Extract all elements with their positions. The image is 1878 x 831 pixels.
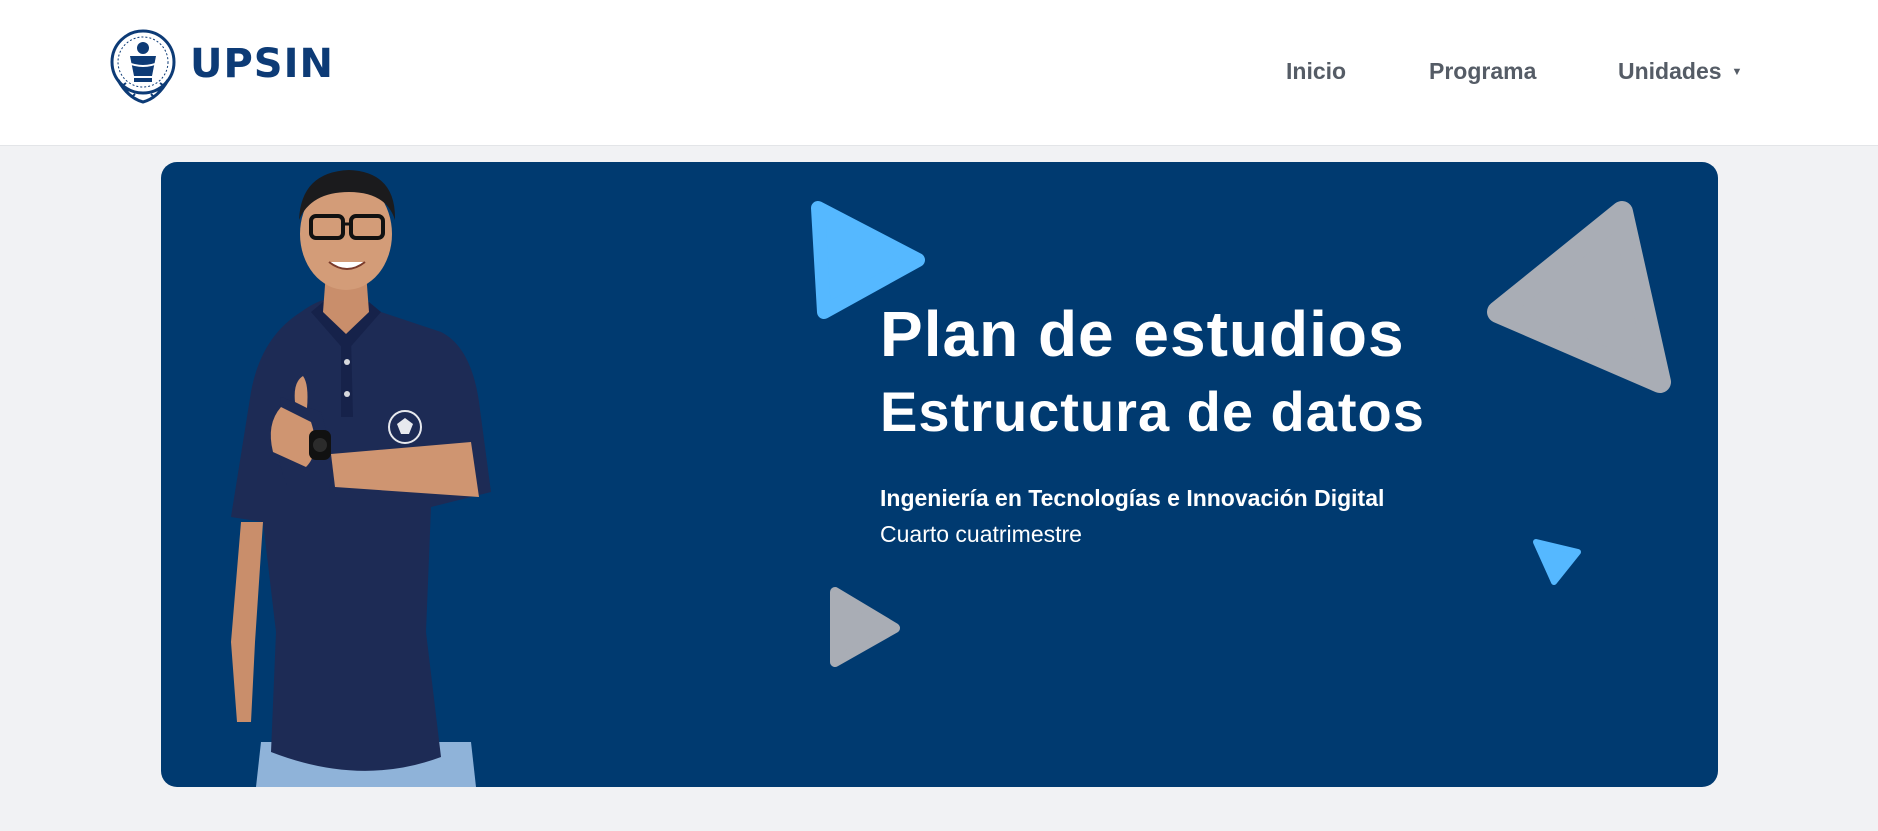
instructor-photo bbox=[231, 170, 491, 787]
hero-text-block: Plan de estudios Estructura de datos Ing… bbox=[880, 302, 1520, 548]
brand-name: UPSIN bbox=[190, 41, 334, 87]
triangle-decoration-gray-small bbox=[830, 587, 900, 667]
hero-subtitle: Estructura de datos bbox=[880, 380, 1425, 443]
nav-dropdown-unidades-label: Unidades bbox=[1618, 58, 1722, 84]
hero-title: Plan de estudios bbox=[880, 298, 1405, 370]
triangle-decoration-light-blue-small bbox=[1533, 539, 1581, 585]
hero-program-name: Ingeniería en Tecnologías e Innovación D… bbox=[880, 485, 1385, 511]
caret-down-icon: ▼ bbox=[1731, 66, 1743, 78]
university-seal-icon bbox=[110, 29, 176, 104]
nav-link-programa[interactable]: Programa bbox=[1429, 56, 1536, 86]
top-navbar: UPSIN Inicio Programa Unidades ▼ bbox=[0, 0, 1878, 146]
nav-link-inicio[interactable]: Inicio bbox=[1286, 56, 1346, 86]
hero-banner: Plan de estudios Estructura de datos Ing… bbox=[161, 162, 1718, 787]
nav-dropdown-unidades[interactable]: Unidades ▼ bbox=[1618, 56, 1742, 87]
hero-term: Cuarto cuatrimestre bbox=[880, 520, 1082, 547]
brand-logo-link[interactable]: UPSIN bbox=[108, 18, 334, 110]
